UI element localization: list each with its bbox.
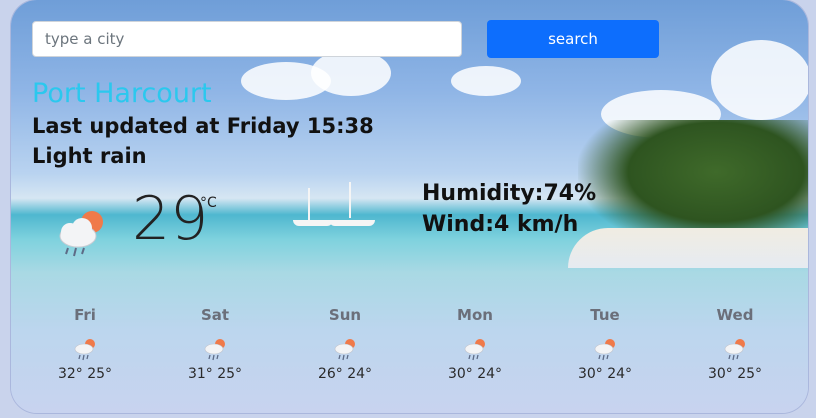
background-cloud — [451, 66, 521, 96]
forecast-temps: 32° 25° — [57, 366, 113, 382]
forecast-day: Tue 30° 24° — [540, 306, 670, 382]
weather-condition: Light rain — [32, 144, 147, 168]
forecast-day: Sat 31° 25° — [150, 306, 280, 382]
forecast-row: Fri 32° 25° Sat 31° 25° Sun 26° 24° Mon … — [20, 306, 800, 396]
rain-cloud-sun-icon — [594, 339, 615, 361]
forecast-temps: 30° 24° — [447, 366, 503, 382]
forecast-day: Sun 26° 24° — [280, 306, 410, 382]
forecast-temps: 26° 24° — [317, 366, 373, 382]
humidity-readout: Humidity:74% — [422, 181, 597, 206]
last-updated-text: Last updated at Friday 15:38 — [32, 114, 374, 138]
forecast-day-name: Wed — [716, 306, 754, 324]
rain-cloud-sun-icon — [59, 211, 103, 257]
rain-cloud-sun-icon — [464, 339, 485, 361]
forecast-day: Wed 30° 25° — [670, 306, 800, 382]
forecast-temps: 31° 25° — [187, 366, 243, 382]
background-boat-mast — [308, 188, 310, 224]
forecast-day-name: Tue — [590, 306, 620, 324]
temperature-unit: °C — [200, 195, 217, 211]
rain-cloud-sun-icon — [334, 339, 355, 361]
forecast-day-name: Mon — [457, 306, 493, 324]
forecast-day-name: Sat — [200, 306, 230, 324]
search-button[interactable]: search — [487, 20, 659, 58]
forecast-temps: 30° 24° — [577, 366, 633, 382]
city-search-input[interactable] — [32, 21, 462, 57]
background-boat — [293, 220, 333, 226]
rain-cloud-sun-icon — [204, 339, 225, 361]
city-name: Port Harcourt — [32, 78, 212, 109]
background-boat-mast — [349, 182, 351, 218]
forecast-temps: 30° 25° — [707, 366, 763, 382]
forecast-day: Fri 32° 25° — [20, 306, 150, 382]
forecast-day-name: Sun — [328, 306, 362, 324]
forecast-day: Mon 30° 24° — [410, 306, 540, 382]
background-boat — [329, 220, 375, 226]
rain-cloud-sun-icon — [724, 339, 745, 361]
wind-readout: Wind:4 km/h — [422, 212, 579, 237]
current-temperature: 29 — [132, 184, 209, 254]
background-cloud — [711, 40, 808, 120]
forecast-day-name: Fri — [74, 306, 96, 324]
rain-cloud-sun-icon — [74, 339, 95, 361]
background-beach — [568, 228, 808, 268]
